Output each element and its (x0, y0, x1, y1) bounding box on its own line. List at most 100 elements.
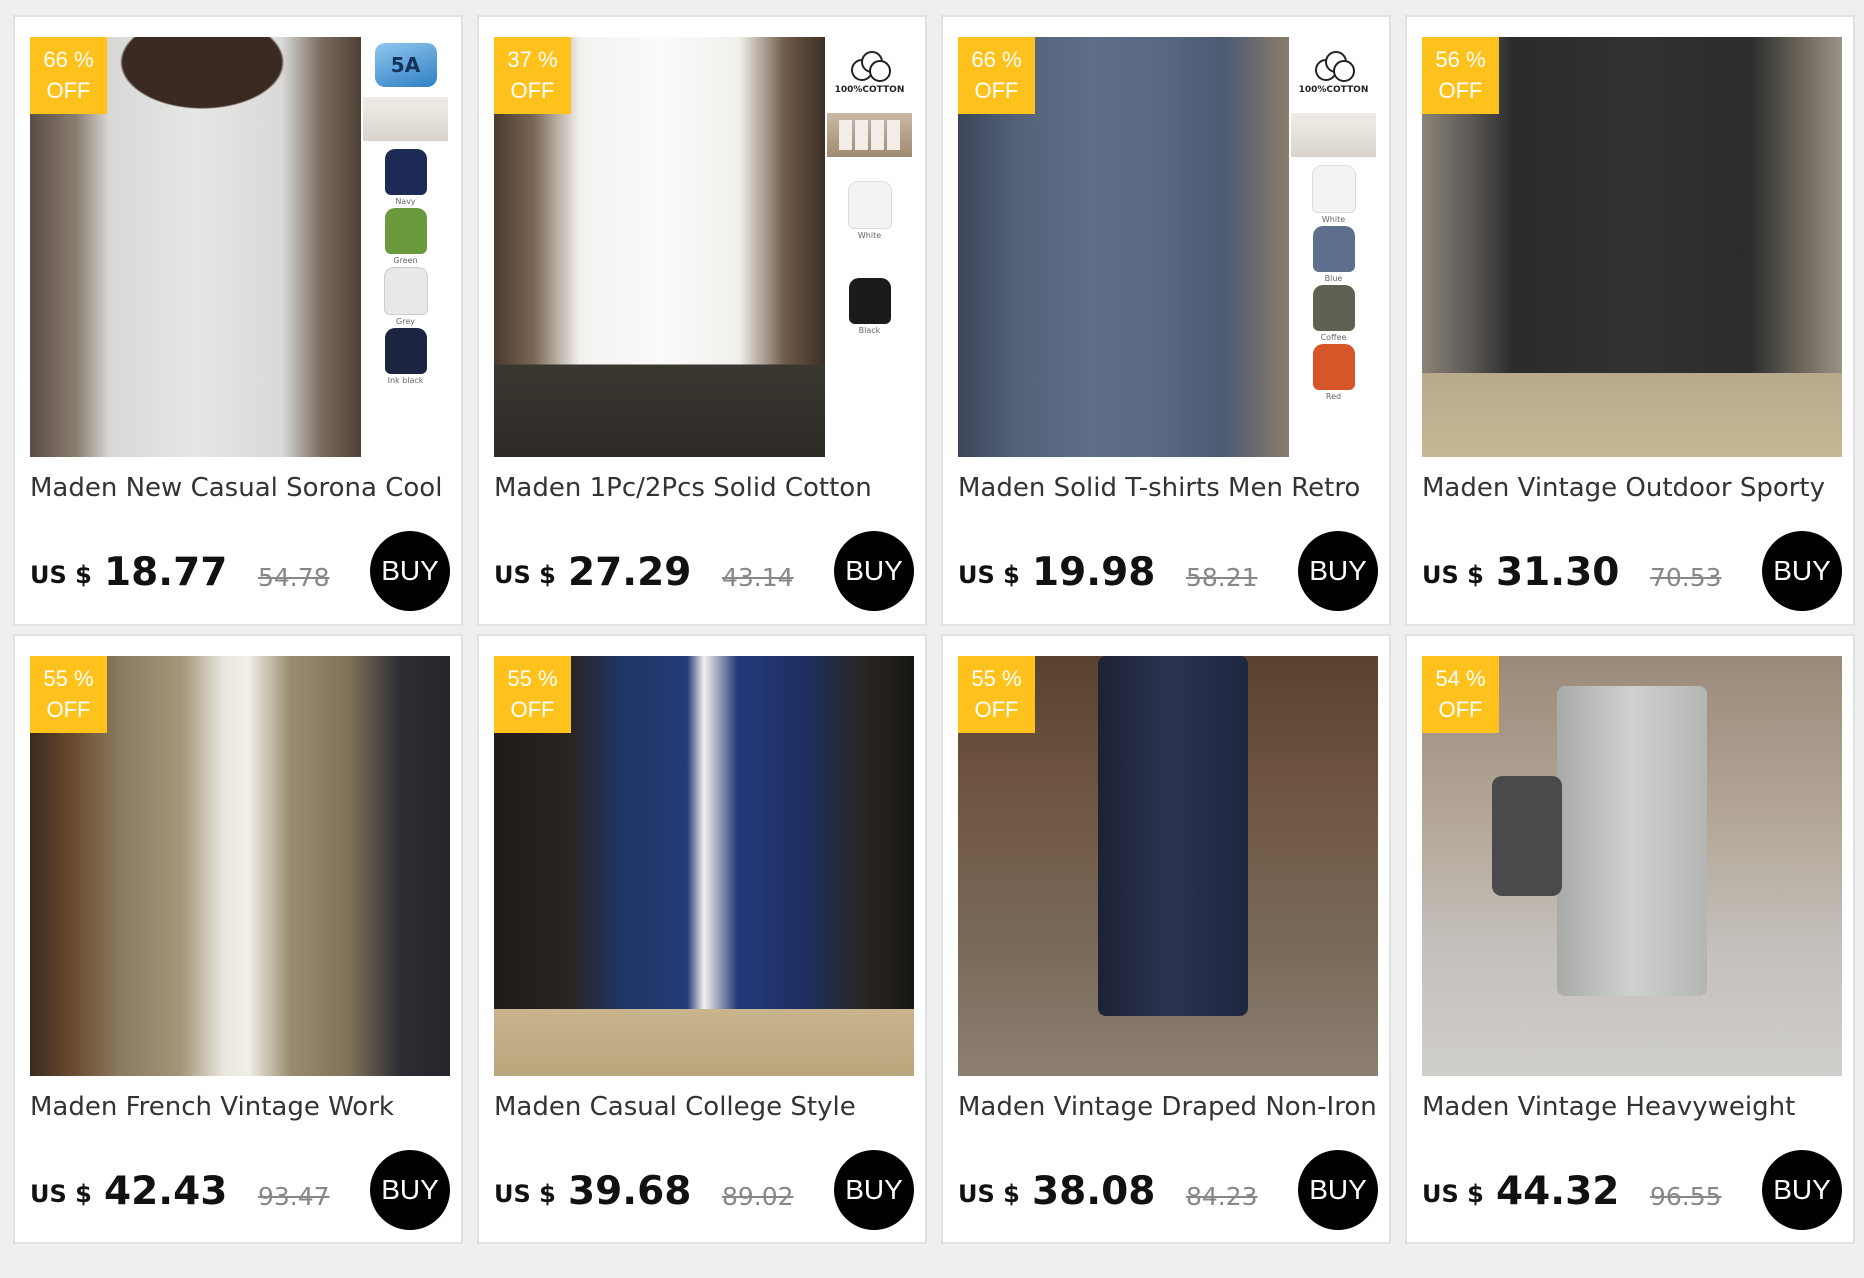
product-card[interactable]: 55 % OFF Maden French Vintage Work US $ … (13, 634, 463, 1244)
product-card[interactable]: 100%COTTON White Black 37 % OFF Maden 1P… (477, 15, 927, 626)
price-row: US $ 19.98 58.21 BUY (958, 531, 1378, 611)
shirt-icon (383, 267, 428, 315)
swatch-navy: Navy (384, 149, 427, 206)
discount-badge: 56 % OFF (1422, 37, 1499, 114)
color-swatch-strip: 5A Navy Green Grey Ink black (361, 37, 450, 457)
buy-button[interactable]: BUY (834, 531, 914, 611)
bag-shape (1492, 776, 1562, 896)
swatch-white: White (847, 181, 892, 240)
original-price: 96.55 (1650, 1182, 1722, 1211)
currency-label: US $ (1422, 561, 1484, 589)
discount-badge: 55 % OFF (30, 656, 107, 733)
discount-badge: 55 % OFF (958, 656, 1035, 733)
discount-badge: 66 % OFF (30, 37, 107, 114)
product-card[interactable]: 100%COTTON White Blue Coffee Red 66 % OF… (941, 15, 1391, 626)
tshirt-icon (847, 181, 892, 229)
trousers-shape (1098, 656, 1248, 1016)
currency-label: US $ (30, 561, 92, 589)
swatch-black: Black (848, 278, 891, 335)
swatch-list: White Black (847, 181, 892, 335)
price-row: US $ 27.29 43.14 BUY (494, 531, 914, 611)
swatch-list: White Blue Coffee Red (1311, 165, 1356, 401)
swatch-list: Navy Green Grey Ink black (383, 149, 428, 385)
cotton-icon: 100%COTTON (835, 43, 905, 103)
discount-badge: 54 % OFF (1422, 656, 1499, 733)
color-swatch-strip: 100%COTTON White Black (825, 37, 914, 457)
packaging-image (827, 113, 912, 157)
currency-label: US $ (958, 1180, 1020, 1208)
shirt-icon (384, 208, 427, 254)
discount-badge: 66 % OFF (958, 37, 1035, 114)
tshirt-icon (848, 278, 891, 324)
fabric-tag-image (1291, 113, 1376, 157)
product-title[interactable]: Maden Solid T-shirts Men Retro (958, 473, 1388, 503)
shirt-icon (384, 328, 427, 374)
buy-button[interactable]: BUY (1298, 1150, 1378, 1230)
sale-price: 42.43 (104, 1169, 228, 1214)
original-price: 93.47 (258, 1182, 330, 1211)
product-card[interactable]: 5A Navy Green Grey Ink black 66 % OFF Ma… (13, 15, 463, 626)
currency-label: US $ (494, 1180, 556, 1208)
swatch-green: Green (384, 208, 427, 265)
swatch-blue: Blue (1312, 226, 1355, 283)
swatch-ink-black: Ink black (384, 328, 427, 385)
buy-button[interactable]: BUY (1762, 1150, 1842, 1230)
product-title[interactable]: Maden French Vintage Work (30, 1092, 460, 1122)
product-title[interactable]: Maden 1Pc/2Pcs Solid Cotton (494, 473, 924, 503)
product-title[interactable]: Maden Vintage Draped Non-Iron (958, 1092, 1388, 1122)
buy-button[interactable]: BUY (1298, 531, 1378, 611)
swatch-grey: Grey (383, 267, 428, 326)
swatch-red: Red (1312, 344, 1355, 401)
price-row: US $ 38.08 84.23 BUY (958, 1150, 1378, 1230)
shirt-icon (1312, 226, 1355, 272)
jeans-shape (1557, 686, 1707, 996)
original-price: 58.21 (1186, 563, 1258, 592)
sale-price: 27.29 (568, 550, 692, 595)
antibacterial-badge-icon: 5A (374, 43, 437, 87)
fabric-tag-image (363, 97, 448, 141)
currency-label: US $ (494, 561, 556, 589)
sale-price: 19.98 (1032, 550, 1156, 595)
price-row: US $ 42.43 93.47 BUY (30, 1150, 450, 1230)
original-price: 43.14 (722, 563, 794, 592)
sale-price: 31.30 (1496, 550, 1620, 595)
product-title[interactable]: Maden Casual College Style (494, 1092, 924, 1122)
shirt-icon (1312, 285, 1355, 331)
currency-label: US $ (30, 1180, 92, 1208)
product-card[interactable]: 55 % OFF Maden Vintage Draped Non-Iron U… (941, 634, 1391, 1244)
discount-badge: 55 % OFF (494, 656, 571, 733)
buy-button[interactable]: BUY (370, 531, 450, 611)
shirt-icon (1311, 165, 1356, 213)
product-card[interactable]: 54 % OFF Maden Vintage Heavyweight US $ … (1405, 634, 1855, 1244)
sale-price: 38.08 (1032, 1169, 1156, 1214)
original-price: 70.53 (1650, 563, 1722, 592)
product-card[interactable]: 56 % OFF Maden Vintage Outdoor Sporty US… (1405, 15, 1855, 626)
product-card[interactable]: 55 % OFF Maden Casual College Style US $… (477, 634, 927, 1244)
sale-price: 39.68 (568, 1169, 692, 1214)
buy-button[interactable]: BUY (1762, 531, 1842, 611)
price-row: US $ 39.68 89.02 BUY (494, 1150, 914, 1230)
cotton-icon: 100%COTTON (1299, 43, 1369, 103)
color-swatch-strip: 100%COTTON White Blue Coffee Red (1289, 37, 1378, 457)
discount-badge: 37 % OFF (494, 37, 571, 114)
product-title[interactable]: Maden Vintage Heavyweight (1422, 1092, 1852, 1122)
sale-price: 18.77 (104, 550, 228, 595)
price-row: US $ 18.77 54.78 BUY (30, 531, 450, 611)
product-title[interactable]: Maden New Casual Sorona Cool (30, 473, 460, 503)
product-title[interactable]: Maden Vintage Outdoor Sporty (1422, 473, 1852, 503)
buy-button[interactable]: BUY (834, 1150, 914, 1230)
swatch-coffee: Coffee (1312, 285, 1355, 342)
original-price: 54.78 (258, 563, 330, 592)
price-row: US $ 44.32 96.55 BUY (1422, 1150, 1842, 1230)
product-grid: 5A Navy Green Grey Ink black 66 % OFF Ma… (13, 15, 1855, 1244)
currency-label: US $ (1422, 1180, 1484, 1208)
shirt-icon (384, 149, 427, 195)
original-price: 89.02 (722, 1182, 794, 1211)
price-row: US $ 31.30 70.53 BUY (1422, 531, 1842, 611)
buy-button[interactable]: BUY (370, 1150, 450, 1230)
original-price: 84.23 (1186, 1182, 1258, 1211)
shirt-icon (1312, 344, 1355, 390)
currency-label: US $ (958, 561, 1020, 589)
swatch-white: White (1311, 165, 1356, 224)
sale-price: 44.32 (1496, 1169, 1620, 1214)
